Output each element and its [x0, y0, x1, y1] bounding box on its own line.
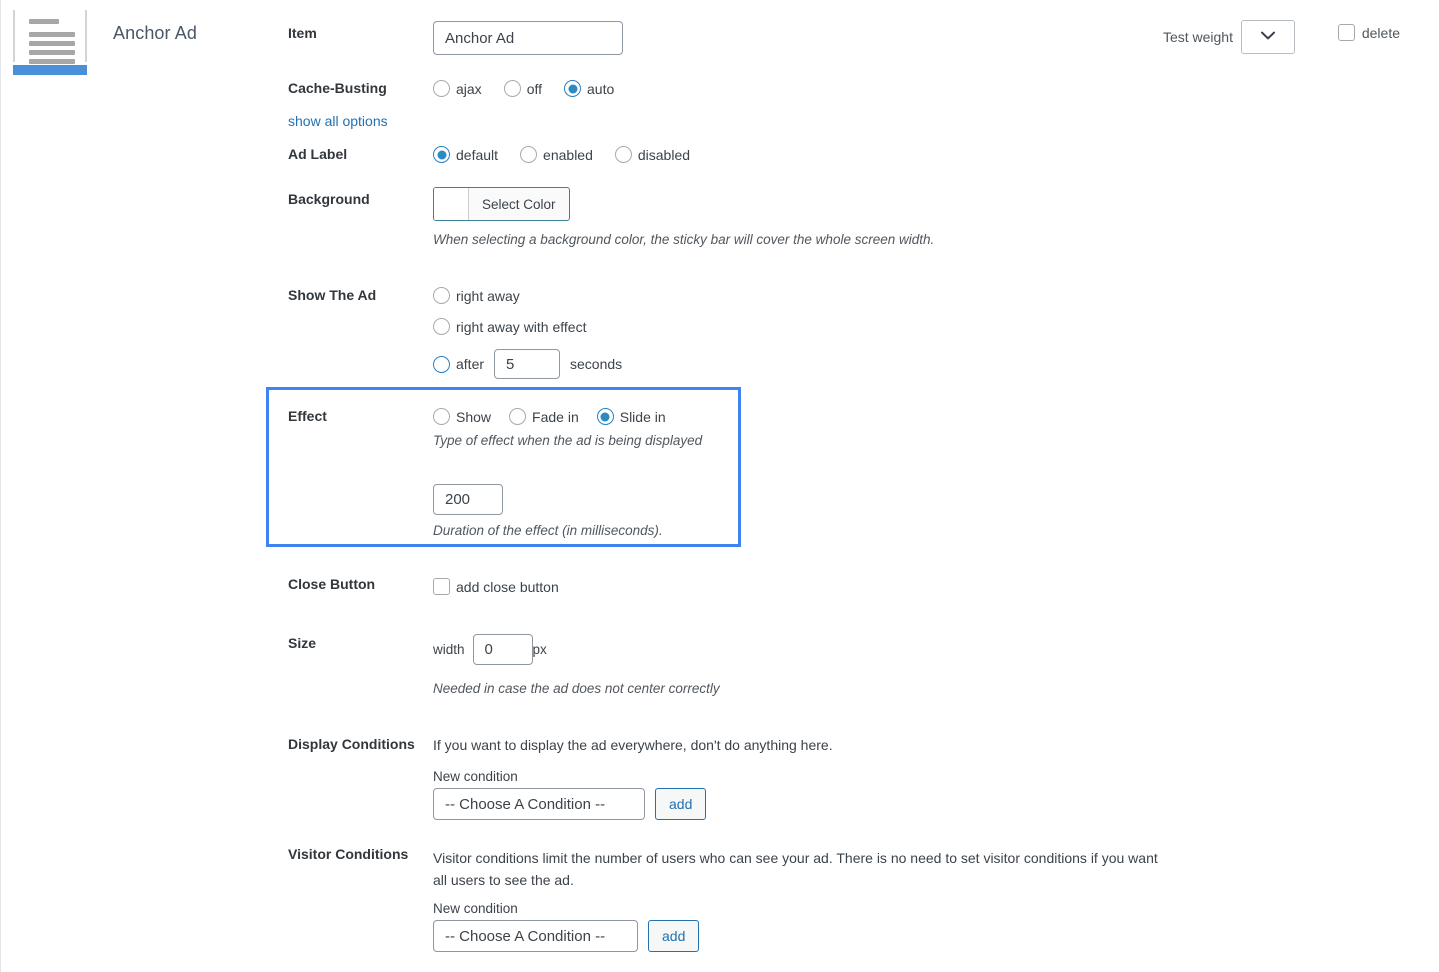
- show-the-ad-option-after: after seconds: [433, 349, 622, 379]
- show-the-ad-options: right away right away with effect after …: [433, 287, 622, 379]
- doc-line: [29, 50, 75, 55]
- effect-show-label: Show: [456, 408, 492, 425]
- display-conditions-control: -- Choose A Condition -- add: [433, 788, 707, 820]
- color-swatch: [434, 188, 469, 220]
- item-label: Item: [288, 25, 317, 41]
- show-the-ad-right-away-label: right away: [456, 287, 520, 304]
- cache-busting-ajax-label: ajax: [456, 80, 482, 97]
- seconds-suffix-label: seconds: [570, 356, 623, 372]
- visitor-condition-add-button[interactable]: add: [648, 920, 700, 952]
- radio-disabled[interactable]: [614, 146, 632, 163]
- display-condition-select[interactable]: -- Choose A Condition --: [433, 788, 645, 820]
- delete-label: delete: [1361, 24, 1400, 41]
- anchor-ad-icon: [13, 10, 87, 75]
- effect-options: Show Fade in Slide in: [433, 408, 666, 425]
- visitor-conditions-new-condition-label: New condition: [433, 901, 518, 916]
- add-close-button-option[interactable]: add close button: [433, 578, 559, 595]
- show-the-ad-after-label: after: [456, 356, 485, 372]
- width-prefix-label: width: [433, 642, 465, 657]
- radio-enabled[interactable]: [520, 146, 538, 163]
- visitor-condition-select[interactable]: -- Choose A Condition --: [433, 920, 638, 952]
- display-conditions-new-condition-label: New condition: [433, 769, 518, 784]
- doc-line: [29, 19, 59, 24]
- effect-slide-in-label: Slide in: [619, 408, 666, 425]
- ad-settings-panel: Anchor Ad Test weight delete Item Cache-…: [0, 0, 1439, 972]
- size-width-input[interactable]: [472, 634, 533, 665]
- radio-right-away-with-effect[interactable]: [433, 318, 450, 335]
- cache-busting-option-auto[interactable]: auto: [564, 80, 614, 97]
- cache-busting-option-ajax[interactable]: ajax: [433, 80, 482, 97]
- display-conditions-label: Display Conditions: [288, 736, 415, 752]
- radio-ajax[interactable]: [433, 80, 450, 97]
- chevron-down-icon: [1261, 27, 1275, 43]
- radio-effect-show[interactable]: [433, 408, 450, 425]
- size-description: Needed in case the ad does not center co…: [433, 681, 720, 696]
- delete-checkbox[interactable]: [1337, 24, 1355, 41]
- show-the-ad-label: Show The Ad: [288, 287, 377, 303]
- ad-label-option-disabled[interactable]: disabled: [614, 146, 691, 163]
- ad-header: Anchor Ad Test weight delete: [1, 0, 1439, 75]
- background-label: Background: [288, 191, 370, 207]
- effect-option-slide-in[interactable]: Slide in: [596, 408, 666, 425]
- ad-label-option-enabled[interactable]: enabled: [520, 146, 593, 163]
- size-width-control: width px: [433, 634, 547, 665]
- effect-label: Effect: [288, 408, 327, 424]
- doc-line: [29, 32, 75, 37]
- show-delay-seconds-input[interactable]: [494, 349, 561, 379]
- ad-label-options: default enabled disabled: [433, 146, 712, 163]
- radio-after[interactable]: [433, 355, 450, 373]
- size-label: Size: [288, 635, 317, 651]
- radio-auto[interactable]: [564, 80, 581, 97]
- delete-control: delete: [1337, 24, 1400, 41]
- anchor-bar-shape: [13, 65, 87, 75]
- show-the-ad-option-right-away[interactable]: right away: [433, 287, 600, 304]
- show-all-options-link[interactable]: show all options: [288, 113, 388, 129]
- cache-busting-option-off[interactable]: off: [503, 80, 542, 97]
- effect-option-fade-in[interactable]: Fade in: [509, 408, 579, 425]
- show-the-ad-option-right-away-effect[interactable]: right away with effect: [433, 318, 600, 335]
- visitor-conditions-description: Visitor conditions limit the number of u…: [433, 850, 1158, 888]
- radio-off[interactable]: [503, 80, 521, 97]
- cache-busting-auto-label: auto: [587, 80, 615, 97]
- ad-label-disabled-label: disabled: [637, 146, 691, 163]
- effect-description: Type of effect when the ad is being disp…: [433, 433, 703, 448]
- select-color-label: Select Color: [482, 196, 556, 212]
- radio-effect-slide-in[interactable]: [596, 408, 614, 425]
- test-weight-label: Test weight: [1162, 29, 1233, 45]
- effect-fade-in-label: Fade in: [532, 408, 579, 425]
- ad-label-default-label: default: [456, 146, 499, 163]
- select-color-button[interactable]: Select Color: [433, 187, 570, 221]
- item-input[interactable]: [433, 21, 623, 55]
- doc-line: [29, 41, 75, 46]
- test-weight-select[interactable]: [1241, 20, 1295, 54]
- background-color-control: Select Color: [433, 187, 570, 223]
- effect-duration-description: Duration of the effect (in milliseconds)…: [433, 523, 663, 538]
- radio-effect-fade-in[interactable]: [509, 408, 527, 425]
- ad-label-label: Ad Label: [288, 146, 348, 162]
- background-description: When selecting a background color, the s…: [433, 232, 935, 247]
- page-title: Anchor Ad: [113, 23, 197, 43]
- show-the-ad-right-away-effect-label: right away with effect: [456, 318, 587, 335]
- ad-label-enabled-label: enabled: [543, 146, 593, 163]
- display-condition-add-button[interactable]: add: [655, 788, 707, 820]
- add-close-button-label: add close button: [456, 578, 559, 595]
- radio-default[interactable]: [433, 146, 450, 163]
- visitor-conditions-label: Visitor Conditions: [288, 846, 409, 862]
- close-button-label: Close Button: [288, 576, 376, 592]
- effect-duration-input[interactable]: [433, 484, 503, 515]
- effect-option-show[interactable]: Show: [433, 408, 491, 425]
- doc-line: [29, 59, 75, 64]
- document-shape: [13, 10, 87, 64]
- cache-busting-off-label: off: [526, 80, 542, 97]
- display-conditions-description: If you want to display the ad everywhere…: [433, 737, 833, 753]
- cache-busting-options: ajax off auto: [433, 80, 636, 97]
- visitor-conditions-control: -- Choose A Condition -- add: [433, 920, 700, 952]
- ad-label-option-default[interactable]: default: [433, 146, 498, 163]
- cache-busting-label: Cache-Busting: [288, 80, 387, 96]
- add-close-button-checkbox[interactable]: [433, 578, 450, 595]
- test-weight-control: Test weight: [1163, 20, 1295, 54]
- radio-right-away[interactable]: [433, 287, 450, 304]
- width-unit-label: px: [532, 642, 547, 657]
